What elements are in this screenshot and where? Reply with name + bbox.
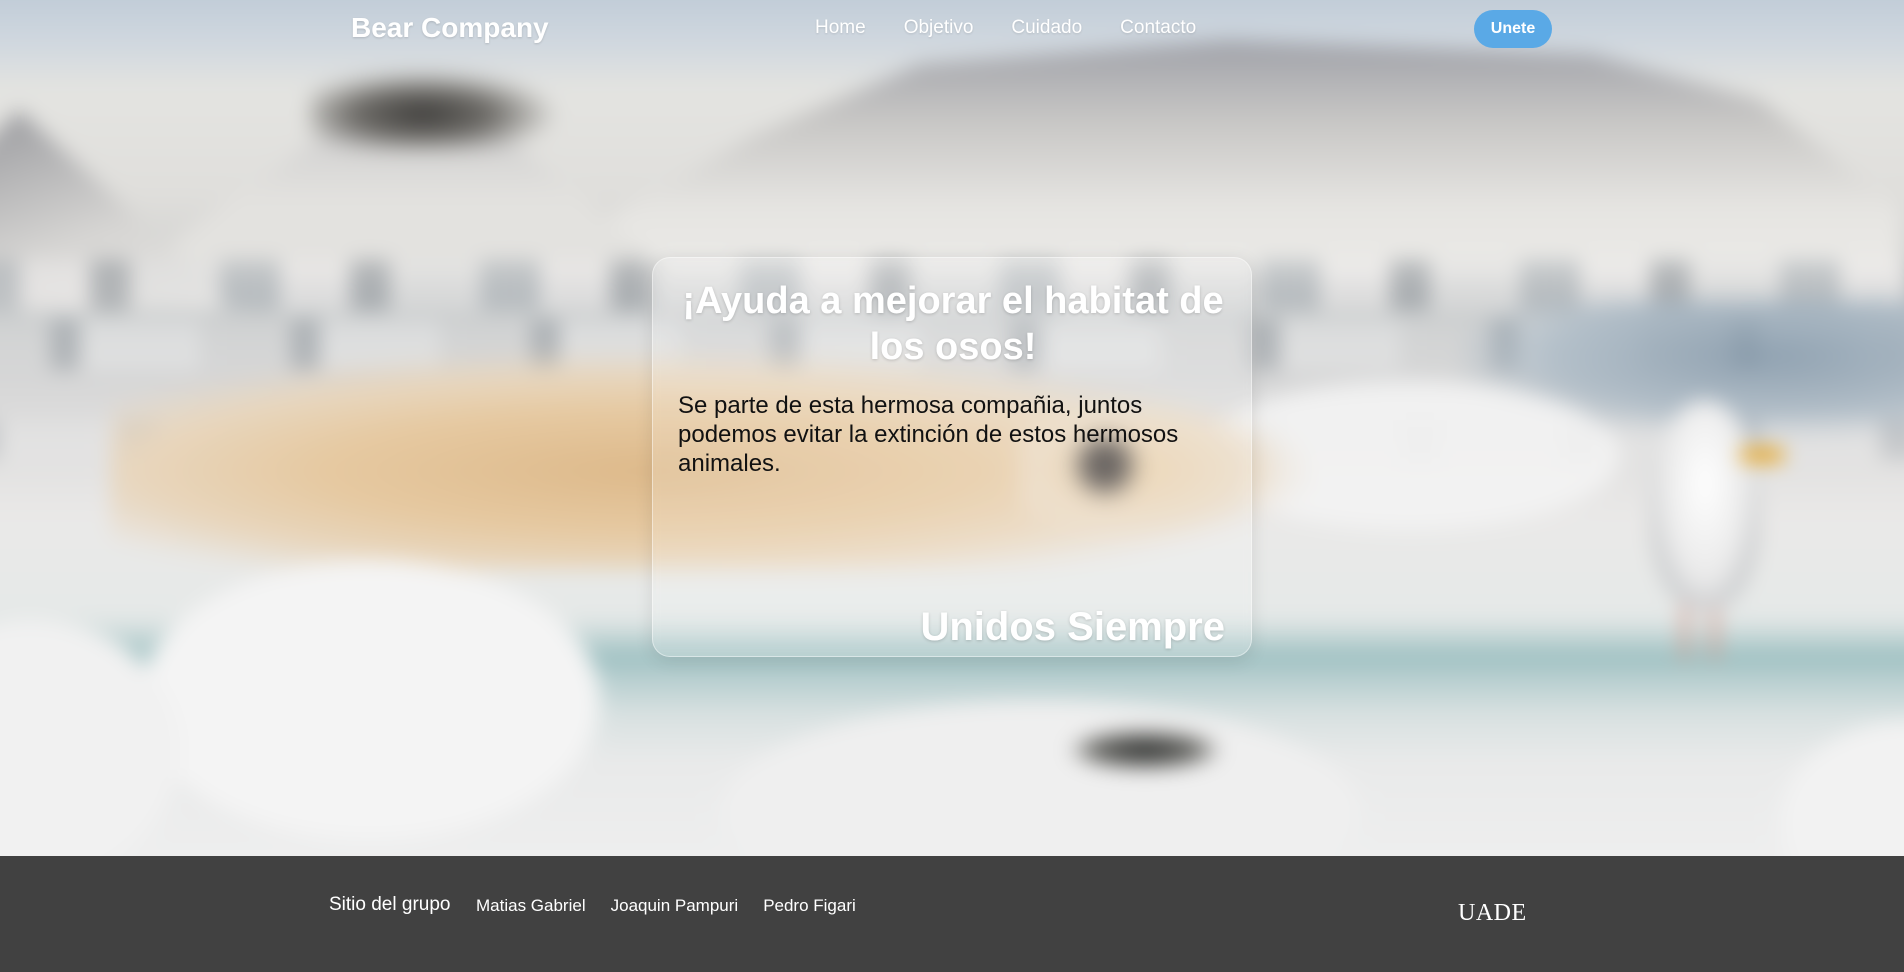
- hero-card: ¡Ayuda a mejorar el habitat de los osos!…: [652, 257, 1252, 657]
- nav-link-contacto[interactable]: Contacto: [1120, 17, 1196, 38]
- nav-item-cuidado: Cuidado: [1011, 17, 1082, 39]
- uade-logo: UADE: [1458, 900, 1527, 926]
- footer-link-matias[interactable]: Matias Gabriel: [476, 896, 586, 915]
- nav-item-home: Home: [815, 17, 866, 39]
- footer-link-pedro[interactable]: Pedro Figari: [763, 896, 856, 915]
- footer-members: Matias Gabriel Joaquin Pampuri Pedro Fig…: [476, 896, 856, 916]
- nav-item-contacto: Contacto: [1120, 17, 1196, 39]
- nav-item-objetivo: Objetivo: [904, 17, 974, 39]
- nav-links: Home Objetivo Cuidado Contacto: [815, 17, 1196, 39]
- footer: Sitio del grupo Matias Gabriel Joaquin P…: [0, 856, 1904, 972]
- footer-member-item: Joaquin Pampuri: [611, 896, 739, 916]
- nav-link-cuidado[interactable]: Cuidado: [1011, 17, 1082, 38]
- hero-description: Se parte de esta hermosa compañia, junto…: [678, 392, 1179, 477]
- footer-member-item: Matias Gabriel: [476, 896, 586, 916]
- footer-title: Sitio del grupo: [329, 894, 451, 915]
- nav-link-home[interactable]: Home: [815, 17, 866, 38]
- join-button[interactable]: Unete: [1474, 10, 1552, 48]
- top-navbar: Bear Company Home Objetivo Cuidado Conta…: [0, 0, 1904, 58]
- brand-logo[interactable]: Bear Company: [351, 12, 549, 44]
- footer-link-joaquin[interactable]: Joaquin Pampuri: [611, 896, 739, 915]
- hero-tagline: Unidos Siempre: [920, 605, 1225, 649]
- footer-member-item: Pedro Figari: [763, 896, 856, 916]
- hero-title: ¡Ayuda a mejorar el habitat de los osos!: [682, 280, 1224, 368]
- nav-link-objetivo[interactable]: Objetivo: [904, 17, 974, 38]
